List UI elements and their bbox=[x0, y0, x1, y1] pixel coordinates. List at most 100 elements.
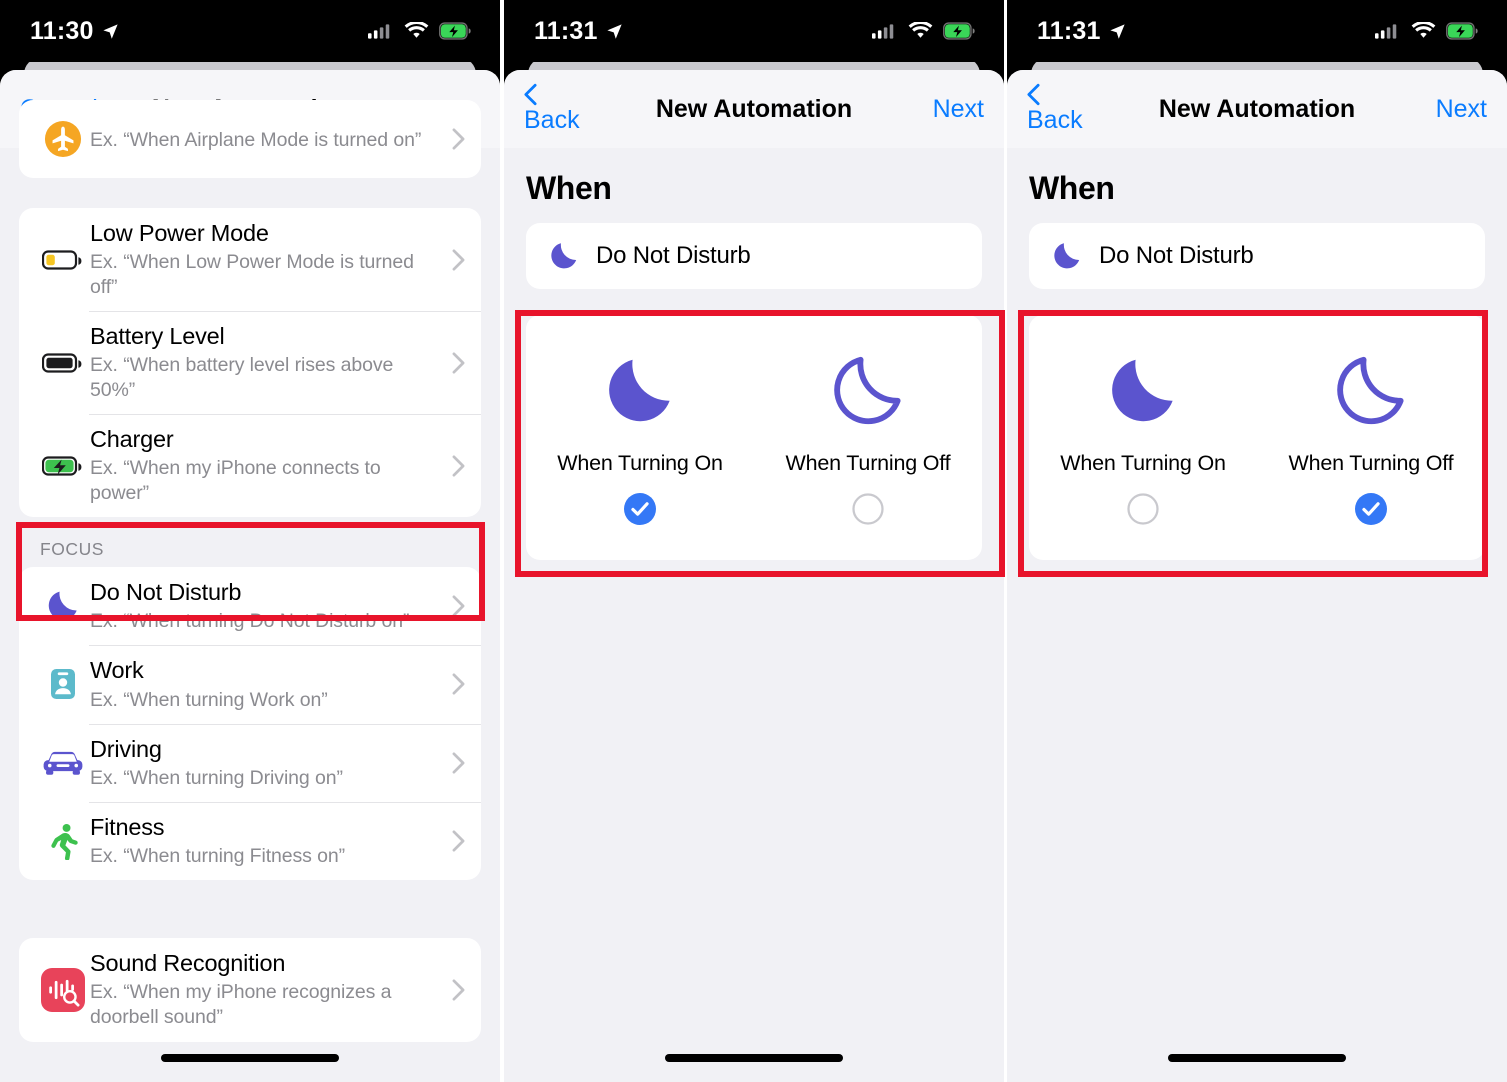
list-item-driving[interactable]: Driving Ex. “When turning Driving on” bbox=[19, 723, 481, 802]
work-badge-icon bbox=[38, 666, 88, 702]
nav-right-slot: Next bbox=[1377, 95, 1487, 124]
moon-outline-icon bbox=[829, 349, 907, 433]
status-bar-left: 11:30 bbox=[30, 17, 120, 46]
screenshot-stage: 11:30 Cancel New Automation bbox=[0, 0, 1507, 1082]
list-item[interactable]: Ex. “When Airplane Mode is turned on” bbox=[19, 100, 481, 178]
nav-right-slot: Next bbox=[874, 95, 984, 124]
status-bar-right bbox=[1375, 22, 1479, 40]
list-item-subtitle: Ex. “When my iPhone recognizes a doorbel… bbox=[90, 981, 392, 1029]
modal-sheet: Back New Automation Next When Do Not Dis… bbox=[1007, 70, 1507, 1082]
moon-filled-icon bbox=[601, 349, 679, 433]
battery-charging-green-icon bbox=[38, 455, 88, 477]
next-button[interactable]: Next bbox=[1436, 95, 1487, 124]
home-indicator bbox=[1168, 1054, 1346, 1062]
nav-left-slot: Back bbox=[524, 83, 634, 135]
status-bar-time: 11:31 bbox=[1037, 16, 1101, 45]
cellular-signal-icon bbox=[1375, 24, 1401, 39]
wifi-icon bbox=[908, 22, 933, 40]
chevron-right-icon bbox=[439, 352, 465, 374]
trigger-list-scroll[interactable]: Ex. “When Airplane Mode is turned on” Lo… bbox=[0, 100, 500, 1082]
checkmark-selected-icon[interactable] bbox=[624, 493, 656, 530]
list-item-subtitle: Ex. “When turning Driving on” bbox=[90, 766, 343, 789]
list-item-text: Work Ex. “When turning Work on” bbox=[88, 645, 439, 723]
status-bar-time: 11:30 bbox=[30, 16, 94, 45]
list-item-sound-recognition[interactable]: Sound Recognition Ex. “When my iPhone re… bbox=[19, 938, 481, 1042]
list-item-subtitle: Ex. “When Low Power Mode is turned off” bbox=[90, 251, 414, 299]
moon-icon bbox=[38, 588, 88, 624]
battery-charging-icon bbox=[439, 22, 472, 40]
phone-panel-trigger-picker: 11:30 Cancel New Automation bbox=[0, 0, 500, 1082]
list-item-text: Driving Ex. “When turning Driving on” bbox=[88, 724, 439, 802]
list-item-subtitle: Ex. “When battery level rises above 50%” bbox=[90, 354, 394, 402]
selected-trigger-row[interactable]: Do Not Disturb bbox=[1029, 223, 1485, 289]
battery-charging-icon bbox=[943, 22, 976, 40]
list-item-text: Charger Ex. “When my iPhone connects to … bbox=[88, 414, 439, 517]
selected-trigger-label: Do Not Disturb bbox=[1099, 242, 1254, 269]
moon-icon bbox=[1051, 240, 1099, 272]
list-item-text: Ex. “When Airplane Mode is turned on” bbox=[88, 114, 439, 164]
moon-filled-icon bbox=[1104, 349, 1182, 433]
trigger-card-airplane-partial: Ex. “When Airplane Mode is turned on” bbox=[19, 100, 481, 178]
nav-bar: Back New Automation Next bbox=[1007, 70, 1507, 148]
list-item-subtitle: Ex. “When turning Fitness on” bbox=[90, 844, 346, 867]
choice-when-turning-on[interactable]: When Turning On bbox=[526, 349, 754, 530]
checkmark-unselected-icon[interactable] bbox=[1127, 493, 1159, 530]
selected-trigger-label: Do Not Disturb bbox=[596, 242, 751, 269]
phone-panel-when-turning-on: 11:31 Back New Automation Next When Do N… bbox=[504, 0, 1004, 1082]
choice-when-turning-on[interactable]: When Turning On bbox=[1029, 349, 1257, 530]
back-button[interactable]: Back bbox=[524, 83, 580, 135]
sound-recognition-icon bbox=[38, 968, 88, 1012]
choice-when-turning-off[interactable]: When Turning Off bbox=[1257, 349, 1485, 530]
chevron-left-icon bbox=[524, 83, 576, 106]
list-item-work[interactable]: Work Ex. “When turning Work on” bbox=[19, 645, 481, 723]
list-item-title: Do Not Disturb bbox=[90, 579, 242, 606]
chevron-right-icon bbox=[439, 249, 465, 271]
phone-panel-when-turning-off: 11:31 Back New Automation Next When Do N… bbox=[1007, 0, 1507, 1082]
list-item-text: Do Not Disturb Ex. “When turning Do Not … bbox=[88, 567, 439, 645]
list-item-title: Battery Level bbox=[90, 323, 225, 350]
chevron-right-icon bbox=[439, 673, 465, 695]
chevron-right-icon bbox=[439, 979, 465, 1001]
chevron-left-icon bbox=[1027, 83, 1079, 106]
status-bar: 11:31 bbox=[504, 0, 1004, 62]
turning-state-choice-card: When Turning On When Turning Off bbox=[526, 315, 982, 560]
list-item-text: Battery Level Ex. “When battery level ri… bbox=[88, 311, 439, 414]
back-button-label: Back bbox=[1027, 106, 1083, 134]
chevron-right-icon bbox=[439, 830, 465, 852]
status-bar-left: 11:31 bbox=[534, 17, 624, 46]
when-content: When Do Not Disturb When Turning On When… bbox=[504, 148, 1004, 1082]
home-indicator bbox=[665, 1054, 843, 1062]
moon-icon bbox=[548, 240, 596, 272]
next-button[interactable]: Next bbox=[933, 95, 984, 124]
home-indicator bbox=[161, 1054, 339, 1062]
chevron-right-icon bbox=[439, 752, 465, 774]
list-item-subtitle: Ex. “When Airplane Mode is turned on” bbox=[90, 129, 422, 152]
list-item-low-power-mode[interactable]: Low Power Mode Ex. “When Low Power Mode … bbox=[19, 208, 481, 311]
list-item-fitness[interactable]: Fitness Ex. “When turning Fitness on” bbox=[19, 801, 481, 880]
list-item-subtitle: Ex. “When turning Do Not Disturb on” bbox=[90, 610, 410, 633]
list-item-battery-level[interactable]: Battery Level Ex. “When battery level ri… bbox=[19, 311, 481, 414]
selected-trigger-row[interactable]: Do Not Disturb bbox=[526, 223, 982, 289]
checkmark-unselected-icon[interactable] bbox=[852, 493, 884, 530]
list-item-charger[interactable]: Charger Ex. “When my iPhone connects to … bbox=[19, 414, 481, 517]
list-item-text: Low Power Mode Ex. “When Low Power Mode … bbox=[88, 208, 439, 311]
checkmark-selected-icon[interactable] bbox=[1355, 493, 1387, 530]
chevron-right-icon bbox=[439, 128, 465, 150]
list-item-subtitle: Ex. “When turning Work on” bbox=[90, 688, 328, 711]
trigger-group-focus: Do Not Disturb Ex. “When turning Do Not … bbox=[19, 567, 481, 880]
list-item-text: Fitness Ex. “When turning Fitness on” bbox=[88, 802, 439, 880]
battery-low-icon bbox=[38, 249, 88, 271]
list-item-do-not-disturb[interactable]: Do Not Disturb Ex. “When turning Do Not … bbox=[19, 567, 481, 645]
status-bar: 11:30 bbox=[0, 0, 500, 62]
page-title: New Automation bbox=[1158, 94, 1356, 123]
choice-when-turning-off[interactable]: When Turning Off bbox=[754, 349, 982, 530]
chevron-right-icon bbox=[439, 595, 465, 617]
list-item-title: Sound Recognition bbox=[90, 950, 286, 977]
status-bar-time: 11:31 bbox=[534, 16, 598, 45]
page-title: New Automation bbox=[655, 94, 853, 123]
list-item-title: Work bbox=[90, 657, 144, 684]
back-button[interactable]: Back bbox=[1027, 83, 1083, 135]
list-item-title: Fitness bbox=[90, 813, 165, 840]
wifi-icon bbox=[404, 22, 429, 40]
battery-full-icon bbox=[38, 352, 88, 374]
